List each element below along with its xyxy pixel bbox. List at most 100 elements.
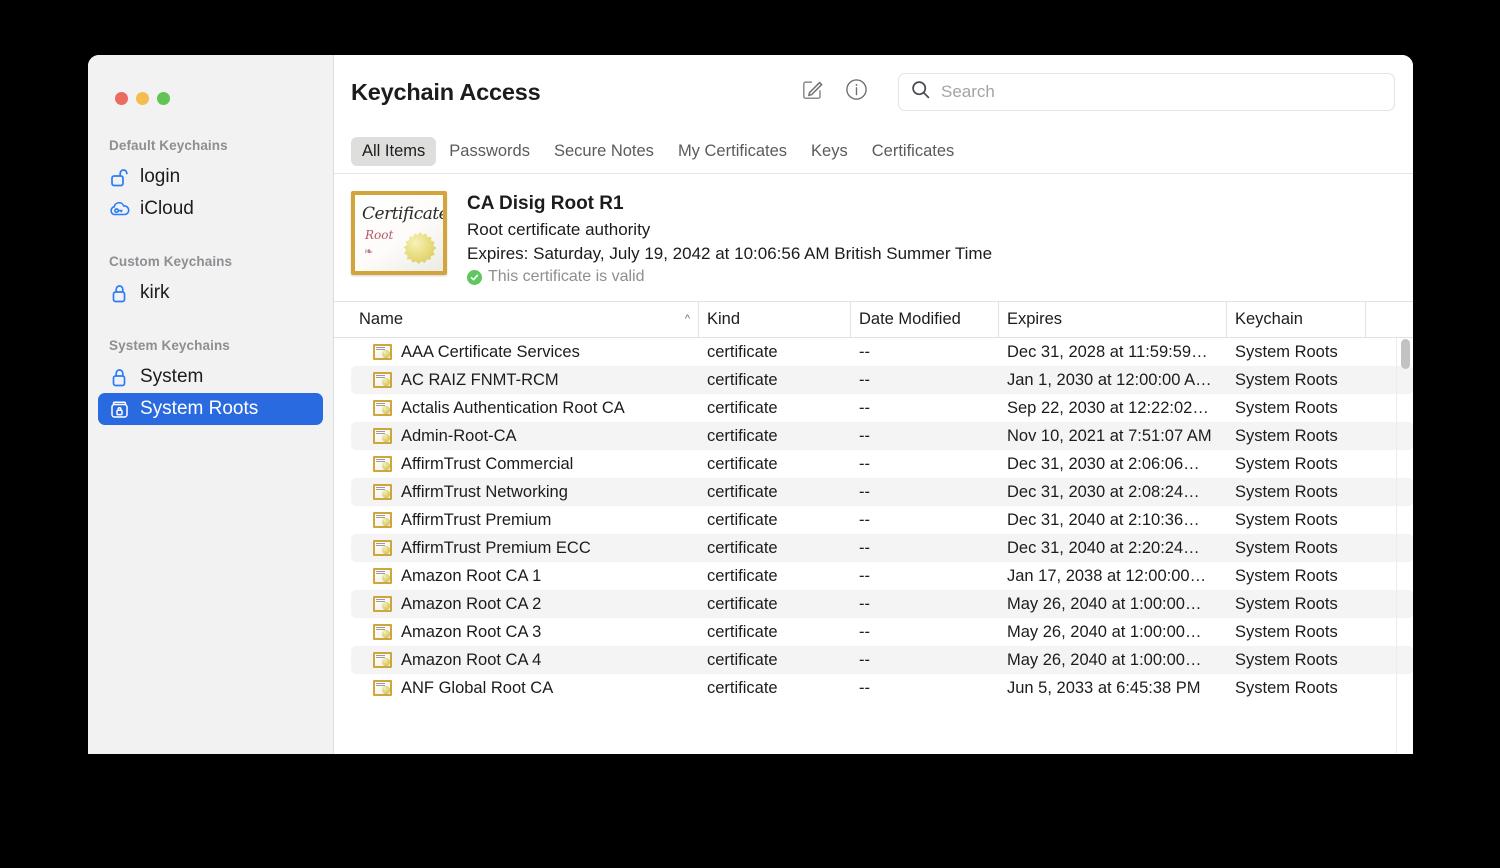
table-row[interactable]: AffirmTrust Premiumcertificate--Dec 31, … xyxy=(351,506,1413,534)
cell-keychain: System Roots xyxy=(1227,679,1366,698)
certificate-small-icon xyxy=(373,400,392,416)
compose-icon xyxy=(800,77,825,107)
cell-keychain: System Roots xyxy=(1227,483,1366,502)
minimize-button[interactable] xyxy=(136,92,149,105)
cell-date-modified: -- xyxy=(851,595,999,614)
table-row[interactable]: Amazon Root CA 1certificate--Jan 17, 203… xyxy=(351,562,1413,590)
certificate-name: CA Disig Root R1 xyxy=(467,193,992,215)
content-area: Keychain Access xyxy=(334,55,1413,754)
cell-name-label: AffirmTrust Commercial xyxy=(401,455,573,474)
column-header-kind[interactable]: Kind xyxy=(699,301,851,338)
new-item-button[interactable] xyxy=(792,75,832,109)
cell-name-label: Amazon Root CA 2 xyxy=(401,595,541,614)
certificate-expires: Expires: Saturday, July 19, 2042 at 10:0… xyxy=(467,244,992,264)
cell-name-label: Amazon Root CA 1 xyxy=(401,567,541,586)
sidebar-item-system[interactable]: System xyxy=(98,361,323,393)
tab-all-items[interactable]: All Items xyxy=(351,137,436,166)
cell-expires: Sep 22, 2030 at 12:22:02… xyxy=(999,399,1227,418)
cell-name: AffirmTrust Commercial xyxy=(351,455,699,474)
cell-name-label: Amazon Root CA 4 xyxy=(401,651,541,670)
cell-name: Admin-Root-CA xyxy=(351,427,699,446)
table-row[interactable]: AC RAIZ FNMT-RCMcertificate--Jan 1, 2030… xyxy=(351,366,1413,394)
cell-kind: certificate xyxy=(699,623,851,642)
cell-expires: Dec 31, 2030 at 2:08:24… xyxy=(999,483,1227,502)
vertical-scrollbar[interactable] xyxy=(1401,339,1410,677)
cell-kind: certificate xyxy=(699,455,851,474)
table-row[interactable]: Admin-Root-CAcertificate--Nov 10, 2021 a… xyxy=(351,422,1413,450)
cell-keychain: System Roots xyxy=(1227,623,1366,642)
certificate-small-icon xyxy=(373,540,392,556)
tab-certificates[interactable]: Certificates xyxy=(861,137,966,166)
table-row[interactable]: AAA Certificate Servicescertificate--Dec… xyxy=(351,338,1413,366)
cell-name: Amazon Root CA 4 xyxy=(351,651,699,670)
cell-expires: Jan 1, 2030 at 12:00:00 A… xyxy=(999,371,1227,390)
tab-passwords[interactable]: Passwords xyxy=(438,137,541,166)
table-row[interactable]: ANF Global Root CAcertificate--Jun 5, 20… xyxy=(351,674,1413,702)
cell-name-label: AC RAIZ FNMT-RCM xyxy=(401,371,559,390)
sidebar-group-title-custom: Custom Keychains xyxy=(88,254,333,269)
chevron-up-icon: ^ xyxy=(685,313,690,325)
cell-expires: May 26, 2040 at 1:00:00… xyxy=(999,595,1227,614)
icloud-key-icon xyxy=(108,198,130,220)
sidebar: Default Keychains login iCloud xyxy=(88,55,334,754)
cell-kind: certificate xyxy=(699,567,851,586)
certificate-small-icon xyxy=(373,484,392,500)
search-box[interactable] xyxy=(898,73,1395,111)
cell-name-label: ANF Global Root CA xyxy=(401,679,553,698)
table-row[interactable]: AffirmTrust Networkingcertificate--Dec 3… xyxy=(351,478,1413,506)
tab-keys[interactable]: Keys xyxy=(800,137,859,166)
cell-name: AffirmTrust Networking xyxy=(351,483,699,502)
cell-date-modified: -- xyxy=(851,455,999,474)
certificate-root-icon: Certificate Root ❧ xyxy=(351,191,447,275)
keychain-access-window: Default Keychains login iCloud xyxy=(88,55,1413,754)
sidebar-item-login[interactable]: login xyxy=(98,161,323,193)
cell-name-label: AffirmTrust Networking xyxy=(401,483,568,502)
info-button[interactable] xyxy=(836,75,876,109)
table-row[interactable]: AffirmTrust Commercialcertificate--Dec 3… xyxy=(351,450,1413,478)
cell-kind: certificate xyxy=(699,343,851,362)
column-header-date-modified[interactable]: Date Modified xyxy=(851,301,999,338)
sidebar-item-kirk[interactable]: kirk xyxy=(98,277,323,309)
scrollbar-thumb[interactable] xyxy=(1401,339,1410,369)
sidebar-item-icloud[interactable]: iCloud xyxy=(98,193,323,225)
certificate-small-icon xyxy=(373,680,392,696)
cell-name: AffirmTrust Premium xyxy=(351,511,699,530)
search-input[interactable] xyxy=(939,81,1382,103)
cell-kind: certificate xyxy=(699,427,851,446)
cell-keychain: System Roots xyxy=(1227,595,1366,614)
search-icon xyxy=(911,80,930,104)
table-body[interactable]: AAA Certificate Servicescertificate--Dec… xyxy=(334,338,1413,754)
certificate-icon-title: Certificate xyxy=(362,204,447,224)
cell-name: Amazon Root CA 2 xyxy=(351,595,699,614)
certificate-small-icon xyxy=(373,428,392,444)
cell-expires: Dec 31, 2040 at 2:20:24… xyxy=(999,539,1227,558)
cell-name-label: Amazon Root CA 3 xyxy=(401,623,541,642)
cell-keychain: System Roots xyxy=(1227,651,1366,670)
column-header-name[interactable]: Name ^ xyxy=(351,301,699,338)
checkmark-circle-icon xyxy=(467,270,482,285)
column-header-label: Name xyxy=(359,310,403,329)
cell-name: Amazon Root CA 3 xyxy=(351,623,699,642)
column-header-keychain[interactable]: Keychain xyxy=(1227,301,1366,338)
tab-secure-notes[interactable]: Secure Notes xyxy=(543,137,665,166)
cell-keychain: System Roots xyxy=(1227,399,1366,418)
sidebar-item-system-roots[interactable]: System Roots xyxy=(98,393,323,425)
table-row[interactable]: AffirmTrust Premium ECCcertificate--Dec … xyxy=(351,534,1413,562)
cell-keychain: System Roots xyxy=(1227,511,1366,530)
cell-keychain: System Roots xyxy=(1227,567,1366,586)
certificate-small-icon xyxy=(373,624,392,640)
column-header-expires[interactable]: Expires xyxy=(999,301,1227,338)
sidebar-group-title-system: System Keychains xyxy=(88,338,333,353)
tab-my-certificates[interactable]: My Certificates xyxy=(667,137,798,166)
table-row[interactable]: Amazon Root CA 2certificate--May 26, 204… xyxy=(351,590,1413,618)
table-header-row: Name ^ Kind Date Modified Expires Keycha… xyxy=(334,301,1413,338)
certificate-icon-subtitle: Root xyxy=(365,228,393,242)
cell-kind: certificate xyxy=(699,679,851,698)
table-row[interactable]: Amazon Root CA 3certificate--May 26, 204… xyxy=(351,618,1413,646)
table-row[interactable]: Amazon Root CA 4certificate--May 26, 204… xyxy=(351,646,1413,674)
sidebar-group-title-default: Default Keychains xyxy=(88,138,333,153)
cell-date-modified: -- xyxy=(851,399,999,418)
table-row[interactable]: Actalis Authentication Root CAcertificat… xyxy=(351,394,1413,422)
close-button[interactable] xyxy=(115,92,128,105)
zoom-button[interactable] xyxy=(157,92,170,105)
